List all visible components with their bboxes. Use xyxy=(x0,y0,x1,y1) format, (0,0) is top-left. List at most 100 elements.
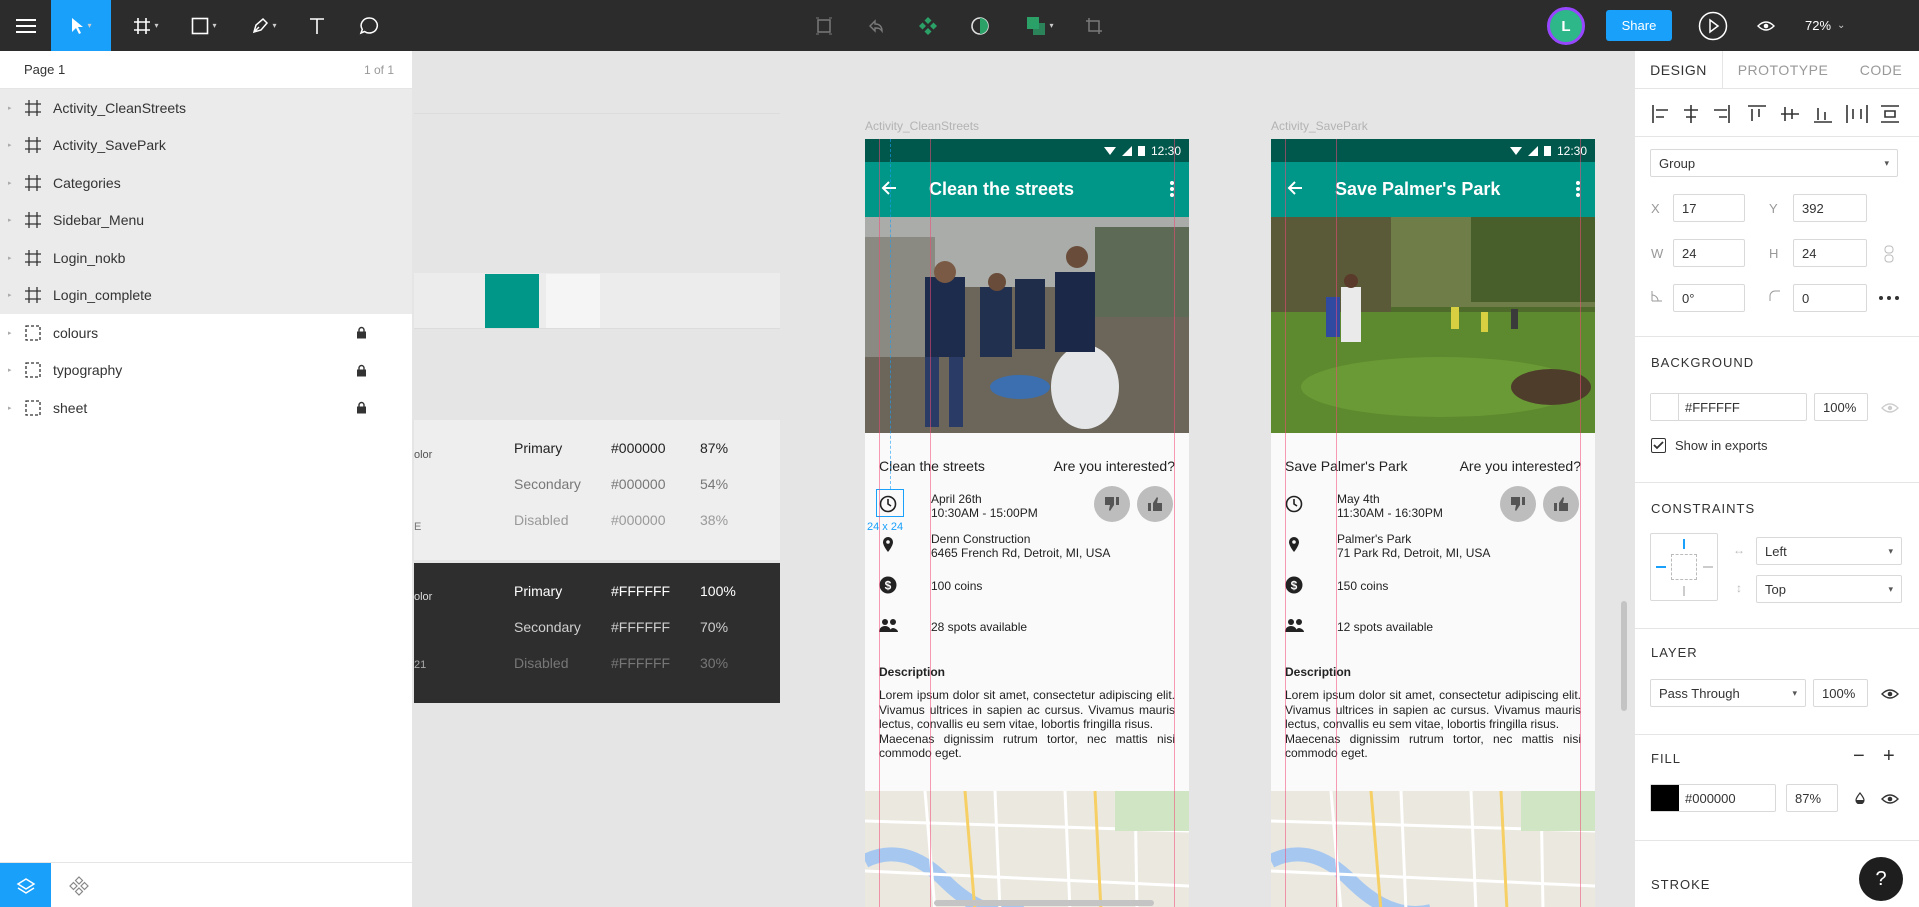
boolean-button[interactable]: ▾ xyxy=(1020,0,1060,51)
horizontal-scrollbar[interactable] xyxy=(934,900,1154,906)
frame-tool-button[interactable]: ▾ xyxy=(126,0,166,51)
blend-style-icon[interactable] xyxy=(1854,792,1866,804)
layer-item[interactable]: ▸ Login_nokb xyxy=(0,239,412,277)
layer-item[interactable]: ▸ Categories xyxy=(0,164,412,202)
assets-tab[interactable] xyxy=(62,863,96,907)
expand-caret-icon[interactable]: ▸ xyxy=(8,404,22,412)
eye-icon[interactable] xyxy=(1881,793,1899,805)
constraint-right-indicator[interactable] xyxy=(1703,566,1713,568)
text-tool-button[interactable] xyxy=(302,0,332,51)
frame-label-savepark[interactable]: Activity_SavePark xyxy=(1271,119,1368,133)
horizontal-constraint-dropdown[interactable]: Left ▾ xyxy=(1756,537,1902,565)
expand-caret-icon[interactable]: ▸ xyxy=(8,141,22,149)
expand-caret-icon[interactable]: ▸ xyxy=(8,291,22,299)
phone-frame-savepark[interactable]: 12:30 Save Palmer's Park Save Palmer's P… xyxy=(1271,139,1595,907)
expand-caret-icon[interactable]: ▸ xyxy=(8,366,22,374)
tab-design[interactable]: DESIGN xyxy=(1635,50,1723,89)
move-tool-button[interactable]: ▾ xyxy=(51,0,111,51)
canvas[interactable]: olor E Primary #000000 87% Secondary #000000… xyxy=(414,51,1634,907)
shape-tool-button[interactable]: ▾ xyxy=(182,0,226,51)
pen-tool-button[interactable]: ▾ xyxy=(242,0,286,51)
crop-button[interactable] xyxy=(1080,0,1108,51)
layer-item[interactable]: ▸ Activity_CleanStreets xyxy=(0,89,412,127)
expand-caret-icon[interactable]: ▸ xyxy=(8,179,22,187)
thumbs-down-button[interactable] xyxy=(1500,486,1536,522)
x-input[interactable]: 17 xyxy=(1673,194,1745,222)
expand-caret-icon[interactable]: ▸ xyxy=(8,104,22,112)
tab-code[interactable]: CODE xyxy=(1843,51,1919,89)
canvas-gap xyxy=(414,329,780,379)
thumbs-down-button[interactable] xyxy=(1094,486,1130,522)
background-swatch[interactable] xyxy=(1651,394,1679,420)
constraint-left-indicator[interactable] xyxy=(1656,566,1666,568)
tab-prototype[interactable]: PROTOTYPE xyxy=(1723,51,1843,89)
vertical-scrollbar[interactable] xyxy=(1621,601,1627,711)
constraints-widget[interactable] xyxy=(1650,533,1718,601)
thumbs-up-button[interactable] xyxy=(1137,486,1173,522)
width-input[interactable]: 24 xyxy=(1673,239,1745,267)
blend-mode-value: Pass Through xyxy=(1659,685,1740,701)
constraints-section: CONSTRAINTS ↔ Left ▾ ↕ Top ▾ xyxy=(1635,483,1919,629)
view-settings-button[interactable] xyxy=(1752,0,1780,51)
layer-item[interactable]: ▸ Sidebar_Menu xyxy=(0,201,412,239)
expand-caret-icon[interactable]: ▸ xyxy=(8,329,22,337)
components-button[interactable] xyxy=(914,0,942,51)
remove-fill-icon[interactable]: − xyxy=(1853,745,1865,768)
layer-item[interactable]: ▸ Login_complete xyxy=(0,276,412,314)
user-avatar[interactable]: L xyxy=(1547,7,1585,45)
frame-label-cleanstreets[interactable]: Activity_CleanStreets xyxy=(865,119,979,133)
create-component-button[interactable] xyxy=(810,0,838,51)
reset-instance-button[interactable] xyxy=(862,0,890,51)
layer-item[interactable]: ▸ Activity_SavePark xyxy=(0,126,412,164)
layer-item[interactable]: ▸ sheet xyxy=(0,389,412,427)
fill-swatch[interactable] xyxy=(1651,785,1679,811)
expand-caret-icon[interactable]: ▸ xyxy=(8,254,22,262)
vertical-constraint-dropdown[interactable]: Top ▾ xyxy=(1756,575,1902,603)
help-button[interactable]: ? xyxy=(1859,857,1903,901)
comment-tool-button[interactable] xyxy=(354,0,384,51)
height-input[interactable]: 24 xyxy=(1793,239,1867,267)
layer-opacity-input[interactable]: 100% xyxy=(1813,679,1868,707)
layer-item[interactable]: ▸ colours xyxy=(0,314,412,352)
battery-icon xyxy=(1137,146,1145,156)
back-arrow-icon[interactable] xyxy=(1285,178,1305,198)
corner-radius-input[interactable]: 0 xyxy=(1793,284,1867,312)
background-color-input[interactable]: #FFFFFF xyxy=(1650,393,1807,421)
layer-item[interactable]: ▸ typography xyxy=(0,352,412,390)
lock-icon[interactable] xyxy=(356,326,367,342)
present-button[interactable] xyxy=(1696,0,1730,51)
page-selector[interactable]: Page 1 1 of 1 xyxy=(0,51,412,89)
share-button[interactable]: Share xyxy=(1606,10,1672,41)
signal-icon xyxy=(1121,145,1132,156)
eye-icon[interactable] xyxy=(1881,402,1899,414)
add-fill-icon[interactable]: + xyxy=(1883,745,1895,768)
layer-type-dropdown[interactable]: Group ▾ xyxy=(1650,149,1898,177)
more-options-icon[interactable] xyxy=(1879,296,1899,300)
eye-icon[interactable] xyxy=(1881,688,1899,700)
y-input[interactable]: 392 xyxy=(1793,194,1867,222)
blend-mode-dropdown[interactable]: Pass Through ▾ xyxy=(1650,679,1806,707)
background-opacity-input[interactable]: 100% xyxy=(1814,393,1868,421)
lock-icon[interactable] xyxy=(356,364,367,380)
expand-caret-icon[interactable]: ▸ xyxy=(8,216,22,224)
light-sheet-label: olor xyxy=(414,449,433,461)
fill-opacity-input[interactable]: 87% xyxy=(1786,784,1838,812)
phone-frame-cleanstreets[interactable]: 12:30 Clean the streets Clean the street… xyxy=(865,139,1189,907)
constrain-proportions-icon[interactable] xyxy=(1884,245,1894,263)
layers-tab[interactable] xyxy=(0,863,51,907)
event-address: 6465 French Rd, Detroit, MI, USA xyxy=(931,546,1111,560)
show-in-exports-checkbox[interactable] xyxy=(1651,438,1666,453)
zoom-dropdown[interactable]: 72% ⌄ xyxy=(1805,0,1845,51)
lock-icon[interactable] xyxy=(356,401,367,417)
constraint-bottom-indicator[interactable] xyxy=(1683,586,1685,596)
fill-color-input[interactable]: #000000 xyxy=(1650,784,1776,812)
selection-box[interactable] xyxy=(876,489,904,517)
constraint-top-indicator[interactable] xyxy=(1683,539,1685,549)
rotation-input[interactable]: 0° xyxy=(1673,284,1745,312)
thumbs-up-button[interactable] xyxy=(1543,486,1579,522)
mask-button[interactable] xyxy=(966,0,994,51)
menu-icon[interactable] xyxy=(0,0,51,51)
back-arrow-icon[interactable] xyxy=(879,178,899,198)
alignment-icons[interactable] xyxy=(1651,104,1901,124)
fill-title: FILL xyxy=(1651,751,1682,766)
